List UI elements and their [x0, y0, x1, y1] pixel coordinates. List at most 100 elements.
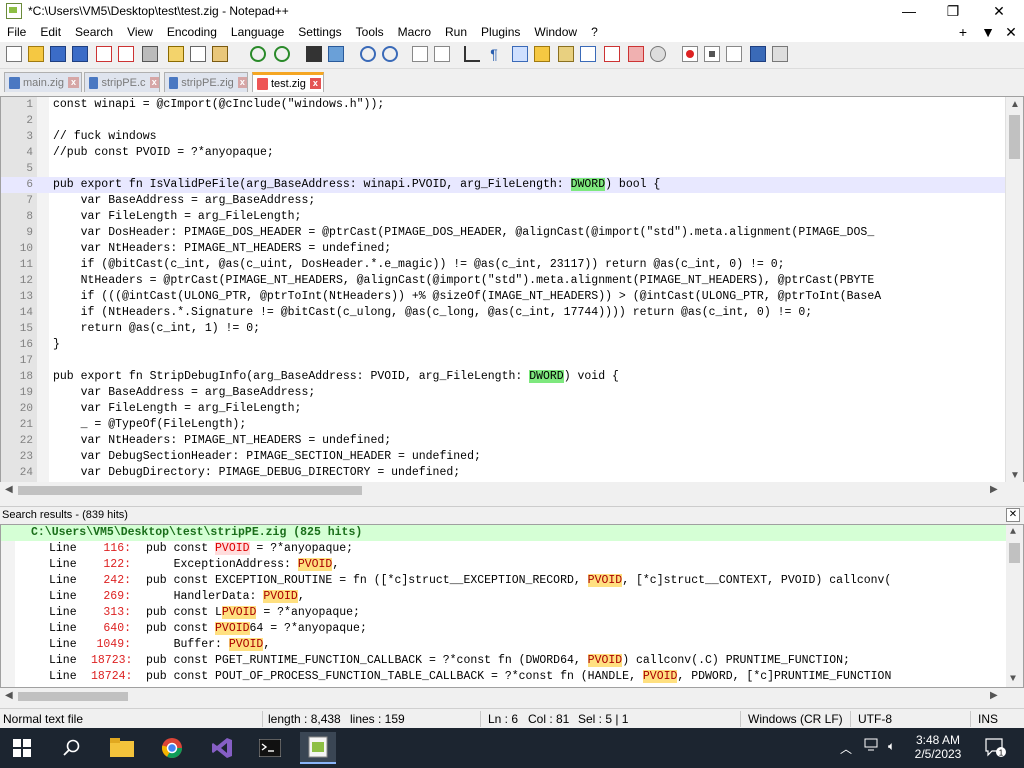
code-line[interactable]: 2 [1, 113, 1005, 129]
menu-edit[interactable]: Edit [33, 22, 68, 42]
code-line[interactable]: 9 var DosHeader: PIMAGE_DOS_HEADER = @pt… [1, 225, 1005, 241]
code-line[interactable]: 14 if (NtHeaders.*.Signature != @bitCast… [1, 305, 1005, 321]
search-result-line[interactable]: Line 122: ExceptionAddress: PVOID, [1, 557, 1023, 573]
editor-horizontal-scrollbar[interactable]: ◀ ▶ [0, 482, 1024, 498]
code-line[interactable]: 8 var FileLength = arg_FileLength; [1, 209, 1005, 225]
scroll-thumb[interactable] [18, 486, 362, 495]
print-icon[interactable] [142, 46, 158, 62]
code-line[interactable]: 20 var FileLength = arg_FileLength; [1, 401, 1005, 417]
stop-macro-icon[interactable] [704, 46, 720, 62]
document-map-icon[interactable] [558, 46, 574, 62]
find-icon[interactable] [306, 46, 322, 62]
line-ending[interactable]: Windows (CR LF) [748, 711, 843, 727]
close-tab-icon[interactable]: x [149, 77, 159, 88]
code-line[interactable]: 16} [1, 337, 1005, 353]
network-icon[interactable] [864, 738, 880, 755]
menu-file[interactable]: File [0, 22, 33, 42]
tab-main-zig[interactable]: main.zig x [4, 72, 82, 92]
zoom-in-icon[interactable] [360, 46, 376, 62]
search-result-line[interactable]: Line 242: pub const EXCEPTION_ROUTINE = fn… [1, 573, 1023, 589]
menu-help[interactable]: ? [584, 22, 605, 42]
save-all-icon[interactable] [72, 46, 88, 62]
search-result-line[interactable]: Line 1049: Buffer: PVOID, [1, 637, 1023, 653]
menu-settings[interactable]: Settings [291, 22, 348, 42]
menu-tools[interactable]: Tools [349, 22, 391, 42]
close-all-icon[interactable] [118, 46, 134, 62]
word-wrap-icon[interactable] [464, 46, 480, 62]
insert-mode[interactable]: INS [978, 711, 998, 727]
menu-encoding[interactable]: Encoding [160, 22, 224, 42]
scroll-thumb[interactable] [1009, 115, 1020, 159]
zoom-out-icon[interactable] [382, 46, 398, 62]
search-result-line[interactable]: Line 116: pub const PVOID = ?*anyopaque; [1, 541, 1023, 557]
close-document-button[interactable]: ✕ [998, 22, 1024, 42]
cut-icon[interactable] [168, 46, 184, 62]
notification-center-icon[interactable]: 1 [984, 736, 1006, 761]
search-result-line[interactable]: Line 18723: pub const PGET_RUNTIME_FUNCTIO… [1, 653, 1023, 669]
show-hidden-icons-icon[interactable]: ︿ [840, 740, 852, 757]
new-file-icon[interactable] [6, 46, 22, 62]
search-result-line[interactable]: Line 313: pub const LPVOID = ?*anyopaque; [1, 605, 1023, 621]
clock[interactable]: 3:48 AM 2/5/2023 [914, 733, 962, 761]
close-button[interactable]: ✕ [976, 0, 1022, 22]
open-file-icon[interactable] [28, 46, 44, 62]
replace-icon[interactable] [328, 46, 344, 62]
record-macro-icon[interactable] [682, 46, 698, 62]
close-tab-icon[interactable]: x [237, 77, 247, 88]
menu-macro[interactable]: Macro [391, 22, 438, 42]
close-tab-icon[interactable]: x [67, 77, 79, 88]
user-language-icon[interactable] [534, 46, 550, 62]
show-all-characters-icon[interactable]: ¶ [486, 46, 502, 62]
undo-icon[interactable] [250, 46, 266, 62]
code-line[interactable]: 1 const winapi = @cImport(@cInclude("wind… [1, 97, 1005, 113]
save-icon[interactable] [50, 46, 66, 62]
sync-horizontal-icon[interactable] [434, 46, 450, 62]
sync-vertical-icon[interactable] [412, 46, 428, 62]
menu-language[interactable]: Language [224, 22, 291, 42]
code-line[interactable]: 10 var NtHeaders: PIMAGE_NT_HEADERS = un… [1, 241, 1005, 257]
code-line[interactable]: 23 var DebugSectionHeader: PIMAGE_SECTIO… [1, 449, 1005, 465]
close-tab-icon[interactable]: x [309, 78, 321, 89]
view-icon[interactable] [650, 46, 666, 62]
code-line[interactable]: 5 [1, 161, 1005, 177]
run-macro-multiple-icon[interactable] [750, 46, 766, 62]
code-line[interactable]: 11 if (@bitCast(c_int, @as(c_uint, DosHe… [1, 257, 1005, 273]
minimize-button[interactable]: — [886, 0, 932, 22]
tab-strippe-c[interactable]: stripPE.c x [84, 72, 160, 92]
code-line[interactable]: 24 var DebugDirectory: PIMAGE_DEBUG_DIRE… [1, 465, 1005, 481]
code-line[interactable]: 12 NtHeaders = @ptrCast(PIMAGE_NT_HEADER… [1, 273, 1005, 289]
results-vertical-scrollbar[interactable]: ▲ ▼ [1006, 525, 1023, 687]
code-line[interactable]: 13 if (((@intCast(ULONG_PTR, @ptrToInt(N… [1, 289, 1005, 305]
folder-as-workspace-icon[interactable] [604, 46, 620, 62]
file-explorer-icon[interactable] [104, 732, 140, 764]
paste-icon[interactable] [212, 46, 228, 62]
scroll-thumb[interactable] [18, 692, 128, 701]
menu-view[interactable]: View [120, 22, 160, 42]
editor-vertical-scrollbar[interactable]: ▲ ▼ [1005, 97, 1023, 483]
code-line[interactable]: 17 [1, 353, 1005, 369]
menu-plugins[interactable]: Plugins [474, 22, 527, 42]
play-macro-icon[interactable] [726, 46, 742, 62]
code-line[interactable]: 4 //pub const PVOID = ?*anyopaque; [1, 145, 1005, 161]
visual-studio-icon[interactable] [204, 732, 240, 764]
tab-test-zig[interactable]: test.zig x [252, 72, 324, 92]
scroll-thumb[interactable] [1009, 543, 1020, 563]
monitoring-icon[interactable] [628, 46, 644, 62]
copy-icon[interactable] [190, 46, 206, 62]
indent-guide-icon[interactable] [512, 46, 528, 62]
code-line[interactable]: 7 var BaseAddress = arg_BaseAddress; [1, 193, 1005, 209]
close-file-icon[interactable] [96, 46, 112, 62]
chrome-icon[interactable] [154, 732, 190, 764]
menu-search[interactable]: Search [68, 22, 120, 42]
terminal-icon[interactable] [252, 732, 288, 764]
code-line[interactable]: 22 var NtHeaders: PIMAGE_NT_HEADERS = un… [1, 433, 1005, 449]
code-line[interactable]: 3 // fuck windows [1, 129, 1005, 145]
code-line[interactable]: 21 _ = @TypeOf(FileLength); [1, 417, 1005, 433]
close-search-results-button[interactable]: ✕ [1006, 508, 1020, 522]
new-tab-button[interactable]: + [950, 22, 976, 42]
results-horizontal-scrollbar[interactable]: ◀ ▶ [0, 688, 1024, 704]
maximize-button[interactable]: ❐ [930, 0, 976, 22]
search-icon[interactable] [54, 732, 90, 764]
windows-start-icon[interactable] [4, 732, 40, 764]
code-line[interactable]: 15 return @as(c_int, 1) != 0; [1, 321, 1005, 337]
